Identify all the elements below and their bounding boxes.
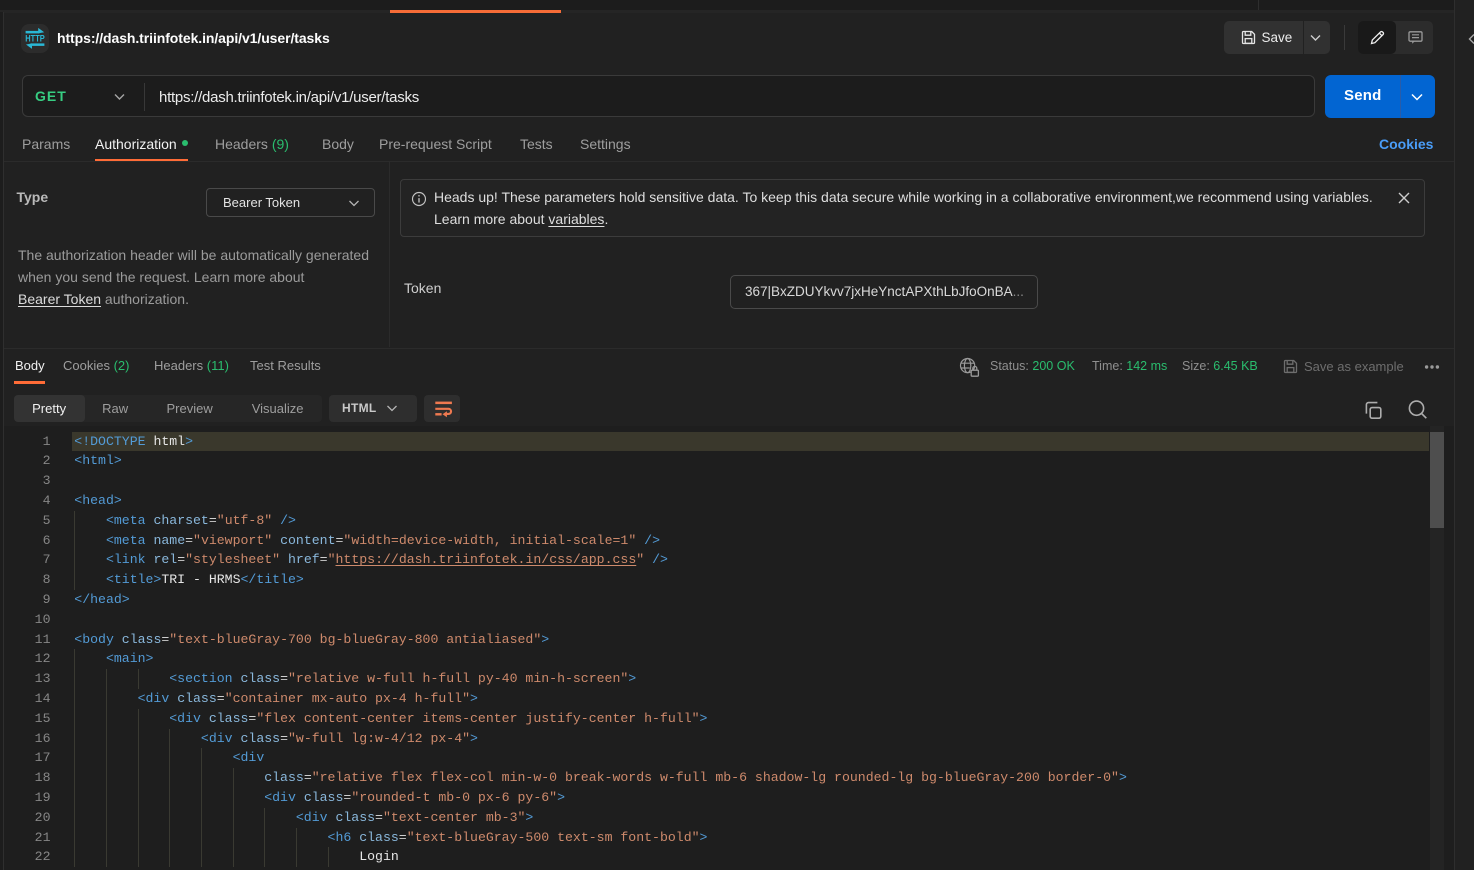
svg-text:HTTP: HTTP [25,33,45,44]
